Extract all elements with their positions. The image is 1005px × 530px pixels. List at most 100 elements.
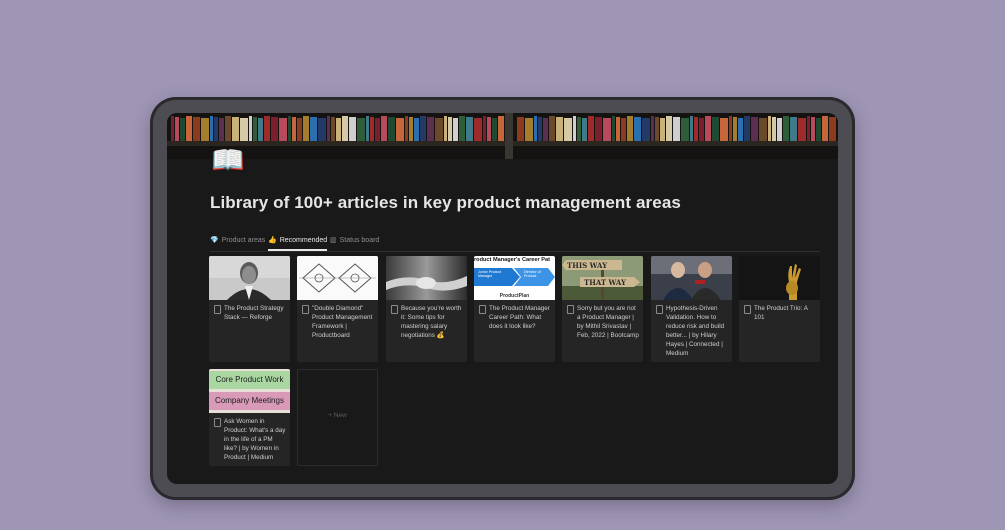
book-spine <box>193 117 200 141</box>
gallery-card[interactable]: Because you're worth it: Some tips for m… <box>386 256 467 362</box>
book-spine <box>349 117 356 141</box>
book-spine <box>444 116 447 141</box>
page-icon <box>214 305 221 314</box>
book-spine <box>381 116 387 141</box>
book-spine <box>588 116 594 141</box>
gallery-card[interactable]: roduct Manager's Career Pat Junior Produ… <box>474 256 555 362</box>
book-spine <box>651 116 654 141</box>
page-icon <box>744 305 751 314</box>
book-spine <box>603 118 611 141</box>
book-spine <box>816 118 821 141</box>
book-spine <box>534 116 537 141</box>
book-spine <box>453 118 458 141</box>
book-spine <box>612 116 615 141</box>
book-spine <box>798 118 806 141</box>
book-spine <box>642 118 650 141</box>
book-spine <box>171 116 174 141</box>
sticky-label: Core Product Work <box>209 371 290 389</box>
book-spine <box>396 118 404 141</box>
book-spine <box>214 117 218 141</box>
tab-product-areas[interactable]: 💎 Product areas <box>210 236 266 245</box>
book-spine <box>327 116 330 141</box>
book-spine <box>186 116 192 141</box>
book-spine <box>366 116 369 141</box>
gallery-card[interactable]: Hypothesis-Driven Validation. How to red… <box>651 256 732 362</box>
book-spine <box>694 117 698 141</box>
page-title[interactable]: Library of 100+ articles in key product … <box>210 193 681 213</box>
book-spine <box>264 116 270 141</box>
book-spine <box>564 118 572 141</box>
book-spine <box>733 117 737 141</box>
book-spine <box>459 116 465 141</box>
book-spine <box>279 118 287 141</box>
book-spine <box>634 117 641 141</box>
gallery-card[interactable]: Core Product Work Company Meetings Ask W… <box>209 369 290 466</box>
book-spine <box>577 117 581 141</box>
card-cover-career-path: roduct Manager's Career Pat Junior Produ… <box>474 256 555 300</box>
book-spine <box>253 117 257 141</box>
new-label: + New <box>328 412 347 419</box>
card-cover-portrait <box>209 256 290 300</box>
book-spine <box>759 118 767 141</box>
book-spine <box>790 117 797 141</box>
thumbs-up-icon: 👍 <box>268 237 277 244</box>
book-spine <box>240 118 248 141</box>
book-spine <box>807 116 810 141</box>
book-spine <box>549 116 555 141</box>
book-spine <box>466 117 473 141</box>
card-title: The Product Trio: A 101 <box>754 305 808 321</box>
book-spine <box>420 116 426 141</box>
gallery-card[interactable]: The Product Trio: A 101 <box>739 256 820 362</box>
book-spine <box>751 117 758 141</box>
page-icon <box>391 305 398 314</box>
book-spine <box>474 118 482 141</box>
sticky-label: Company Meetings <box>209 392 290 410</box>
book-spine <box>487 117 491 141</box>
book-spine <box>772 117 776 141</box>
book-spine <box>811 117 815 141</box>
page-icon <box>479 305 486 314</box>
book-spine <box>666 116 672 141</box>
productplan-logo: ProductPlan <box>499 293 530 299</box>
cover-image <box>167 113 838 159</box>
card-title: Sorry but you are not a Product Manager … <box>577 305 639 339</box>
sign-text: THAT WAY <box>584 278 627 287</box>
new-card-button[interactable]: + New <box>297 369 378 466</box>
book-spine <box>525 118 533 141</box>
tab-recommended[interactable]: 👍 Recommended <box>268 236 328 251</box>
book-spine <box>249 116 252 141</box>
book-spine <box>673 117 680 141</box>
sign-text: THIS WAY <box>567 261 608 270</box>
book-spine <box>705 116 711 141</box>
page-icon <box>302 305 309 314</box>
card-title: The Product Strategy Stack — Reforge <box>224 305 284 321</box>
page-icon <box>656 305 663 314</box>
book-spine <box>829 117 836 141</box>
book-spine <box>777 118 782 141</box>
book-spine <box>655 117 659 141</box>
card-cover-signs: THIS WAY THAT WAY <box>562 256 643 300</box>
book-spine <box>318 118 326 141</box>
card-title: Because you're worth it: Some tips for m… <box>401 305 462 339</box>
book-spine <box>822 116 828 141</box>
book-spine <box>180 118 185 141</box>
gallery-card[interactable]: THIS WAY THAT WAY Sorry but you are not … <box>562 256 643 362</box>
bookshelf-illustration <box>171 116 836 141</box>
tab-label: Product areas <box>221 236 266 244</box>
gallery-card[interactable]: "Double Diamond" Product Management Fram… <box>297 256 378 362</box>
book-spine <box>595 117 602 141</box>
book-spine <box>336 118 341 141</box>
book-spine <box>288 116 291 141</box>
open-book-icon[interactable]: 📖 <box>211 145 245 175</box>
book-spine <box>720 118 728 141</box>
book-spine <box>292 117 296 141</box>
book-spine <box>699 118 704 141</box>
tab-status-board[interactable]: ▥ Status board <box>330 236 379 245</box>
book-spine <box>435 118 443 141</box>
book-spine <box>573 116 576 141</box>
board-icon: ▥ <box>330 237 337 244</box>
gallery-card[interactable]: The Product Strategy Stack — Reforge <box>209 256 290 362</box>
card-title: The Product Manager Career Path: What do… <box>489 305 550 330</box>
book-spine <box>627 116 633 141</box>
book-spine <box>660 118 665 141</box>
